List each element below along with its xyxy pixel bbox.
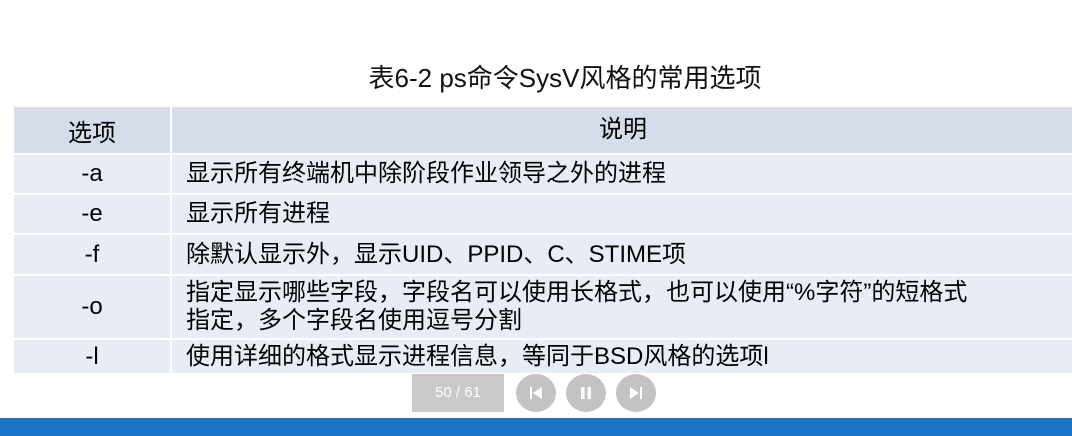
table-row: -a 显示所有终端机中除阶段作业领导之外的进程 <box>14 154 1072 195</box>
page-counter: 50 / 61 <box>412 374 504 412</box>
description-cell: 指定显示哪些字段，字段名可以使用长格式，也可以使用“%字符”的短格式 指定，多个… <box>171 275 1072 340</box>
table-header-row: 选项 说明 <box>14 107 1072 155</box>
column-header-option: 选项 <box>14 107 172 155</box>
playback-controls: 50 / 61 <box>412 374 666 412</box>
slide-canvas: 表6-2 ps命令SysV风格的常用选项 选项 说明 -a 显示所有终端机中除阶… <box>0 0 1072 418</box>
skip-next-icon <box>629 386 643 400</box>
options-table: 选项 说明 -a 显示所有终端机中除阶段作业领导之外的进程 -e 显示所有进程 … <box>14 107 1072 375</box>
table-row: -l 使用详细的格式显示进程信息，等同于BSD风格的选项l <box>14 339 1072 375</box>
description-cell: 除默认显示外，显示UID、PPID、C、STIME项 <box>171 234 1072 276</box>
bottom-bar <box>0 418 1072 436</box>
option-cell: -o <box>14 275 172 340</box>
description-line: 指定显示哪些字段，字段名可以使用长格式，也可以使用“%字符”的短格式 <box>186 279 968 306</box>
table-row: -f 除默认显示外，显示UID、PPID、C、STIME项 <box>14 234 1072 276</box>
table-row: -e 显示所有进程 <box>14 194 1072 235</box>
description-cell: 显示所有进程 <box>171 194 1072 235</box>
pause-button[interactable] <box>566 374 606 412</box>
description-cell: 使用详细的格式显示进程信息，等同于BSD风格的选项l <box>171 339 1072 375</box>
option-cell: -a <box>14 154 172 195</box>
skip-previous-icon <box>529 386 543 400</box>
slide-title: 表6-2 ps命令SysV风格的常用选项 <box>368 63 762 93</box>
table-row: -o 指定显示哪些字段，字段名可以使用长格式，也可以使用“%字符”的短格式 指定… <box>14 275 1072 340</box>
option-cell: -l <box>14 339 172 375</box>
column-header-description: 说明 <box>171 107 1072 155</box>
description-cell: 显示所有终端机中除阶段作业领导之外的进程 <box>171 154 1072 195</box>
pause-icon <box>579 386 593 400</box>
option-cell: -f <box>14 234 172 276</box>
option-cell: -e <box>14 194 172 235</box>
previous-button[interactable] <box>516 374 556 412</box>
description-line: 指定，多个字段名使用逗号分割 <box>186 307 522 334</box>
next-button[interactable] <box>616 374 656 412</box>
